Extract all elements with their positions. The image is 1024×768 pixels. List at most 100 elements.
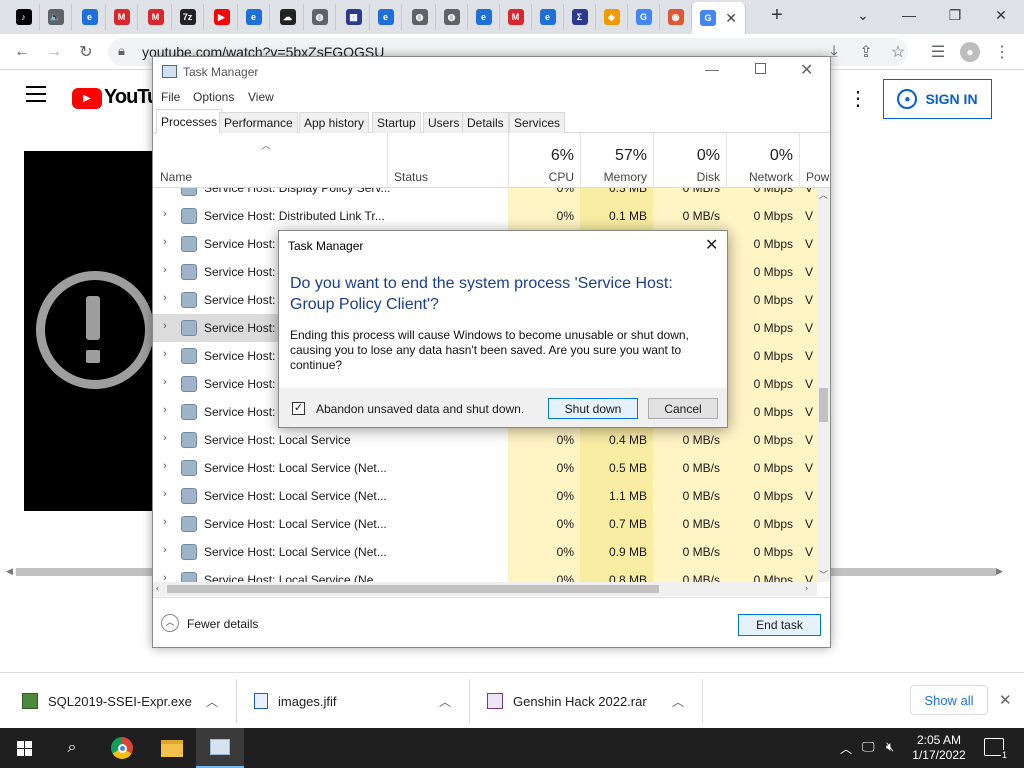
process-list-horizontal-scrollbar[interactable]: ‹ › — [153, 582, 817, 596]
browser-tab[interactable]: e — [370, 4, 402, 30]
expand-chevron-icon[interactable]: › — [163, 292, 167, 304]
browser-tab[interactable]: ◍ — [304, 4, 336, 30]
restore-icon[interactable]: ❐ — [932, 0, 978, 30]
search-icon[interactable]: ⌕ — [48, 728, 96, 768]
chevron-up-icon[interactable]: ︿ — [439, 693, 451, 710]
process-list-vertical-scrollbar[interactable]: ︿ ﹀ — [817, 188, 830, 582]
browser-tab[interactable]: ◉ — [660, 4, 692, 30]
video-player[interactable] — [24, 151, 156, 511]
expand-chevron-icon[interactable]: › — [163, 348, 167, 360]
column-disk[interactable]: 0% Disk — [653, 133, 726, 188]
vertical-scroll-thumb[interactable] — [819, 388, 828, 422]
expand-chevron-icon[interactable]: › — [163, 488, 167, 500]
menu-view[interactable]: View — [248, 90, 274, 104]
new-tab-button[interactable]: + — [754, 0, 800, 30]
youtube-logo-icon[interactable]: ▶ — [72, 88, 102, 109]
reload-icon[interactable]: ↻ — [76, 42, 96, 62]
sign-in-button[interactable]: ● SIGN IN — [883, 79, 992, 119]
hamburger-menu-icon[interactable] — [26, 86, 46, 102]
column-name[interactable]: Name — [160, 170, 192, 184]
browser-tab[interactable]: ☁ — [272, 4, 304, 30]
table-row[interactable]: › Service Host: Local Service 0% 0.4 MB 0 MB… — [153, 426, 817, 454]
browser-tab[interactable]: 🔈 — [40, 4, 72, 30]
scroll-down-icon[interactable]: ﹀ — [819, 568, 828, 581]
share-icon[interactable]: ⇪ — [856, 42, 876, 62]
close-downloads-bar-icon[interactable]: ✕ — [999, 691, 1012, 709]
browser-tab[interactable]: e — [468, 4, 500, 30]
tab-processes[interactable]: Processes — [156, 109, 223, 134]
column-memory[interactable]: 57% Memory — [580, 133, 653, 188]
download-item[interactable]: SQL2019-SSEI-Expr.exe — [22, 685, 192, 717]
browser-tab[interactable]: M — [140, 4, 172, 30]
start-button[interactable] — [0, 728, 48, 768]
profile-avatar-icon[interactable]: ● — [960, 42, 980, 62]
scroll-left-icon[interactable]: ‹ — [156, 583, 159, 593]
tab-search-icon[interactable]: ⌄ — [840, 0, 886, 30]
minimize-icon[interactable]: — — [705, 61, 719, 77]
browser-tab[interactable]: ▶ — [206, 4, 238, 30]
browser-tab[interactable]: M — [500, 4, 532, 30]
table-row[interactable]: › Service Host: Local Service (Ne... 0% 0.8… — [153, 566, 817, 582]
tab-users[interactable]: Users — [423, 112, 465, 133]
browser-tab[interactable]: ▦ — [338, 4, 370, 30]
browser-tab[interactable]: e — [74, 4, 106, 30]
settings-kebab-icon[interactable]: ⋮ — [848, 86, 868, 111]
expand-chevron-icon[interactable]: › — [163, 432, 167, 444]
scroll-right-icon[interactable]: ▶ — [996, 566, 1003, 577]
menu-options[interactable]: Options — [193, 90, 234, 104]
scroll-left-icon[interactable]: ◀ — [6, 566, 13, 577]
scroll-up-icon[interactable]: ︿ — [819, 188, 828, 201]
column-status[interactable]: Status — [387, 133, 508, 188]
expand-chevron-icon[interactable]: › — [163, 460, 167, 472]
notification-center-icon[interactable]: 1 — [984, 738, 1008, 760]
file-explorer-icon[interactable] — [148, 728, 196, 768]
expand-chevron-icon[interactable]: › — [163, 544, 167, 556]
forward-icon[interactable]: → — [44, 42, 64, 62]
browser-tab[interactable]: ♪ — [8, 4, 40, 30]
browser-tab[interactable]: 7z — [172, 4, 204, 30]
table-row[interactable]: › Service Host: Local Service (Net... 0% 0.… — [153, 510, 817, 538]
tab-details[interactable]: Details — [462, 112, 509, 133]
browser-tab[interactable]: ◍ — [404, 4, 436, 30]
end-task-button[interactable]: End task — [738, 614, 821, 636]
chevron-up-icon[interactable]: ︿ — [206, 693, 218, 710]
column-cpu[interactable]: 6% CPU — [508, 133, 580, 188]
expand-chevron-icon[interactable]: › — [163, 516, 167, 528]
column-power[interactable]: Pow — [799, 133, 830, 188]
chrome-taskbar-icon[interactable] — [98, 728, 146, 768]
scroll-right-icon[interactable]: › — [805, 583, 808, 593]
menu-kebab-icon[interactable]: ⋮ — [992, 42, 1012, 62]
expand-chevron-icon[interactable]: › — [163, 264, 167, 276]
download-item[interactable]: images.jfif — [254, 685, 337, 717]
show-all-downloads-button[interactable]: Show all — [910, 685, 988, 715]
table-row[interactable]: › Service Host: Distributed Link Tr... 0% 0… — [153, 202, 817, 230]
menu-file[interactable]: File — [161, 90, 180, 104]
media-queue-icon[interactable]: ☰ — [928, 42, 948, 62]
browser-tab[interactable]: ◍ — [436, 4, 468, 30]
browser-tab[interactable]: Σ — [564, 4, 596, 30]
expand-chevron-icon[interactable]: › — [163, 320, 167, 332]
download-item[interactable]: Genshin Hack 2022.rar — [487, 685, 647, 717]
chevron-up-icon[interactable]: ︿ — [672, 693, 684, 710]
expand-chevron-icon[interactable]: › — [163, 572, 167, 582]
minimize-icon[interactable]: — — [886, 0, 932, 30]
browser-tab[interactable]: ◆ — [596, 4, 628, 30]
expand-chevron-icon[interactable]: › — [163, 208, 167, 220]
tab-startup[interactable]: Startup — [372, 112, 421, 133]
column-network[interactable]: 0% Network — [726, 133, 799, 188]
back-icon[interactable]: ← — [12, 42, 32, 62]
expand-chevron-icon[interactable]: › — [163, 188, 167, 192]
abandon-data-label[interactable]: Abandon unsaved data and shut down. — [316, 402, 524, 416]
task-manager-titlebar[interactable]: Task Manager — ✕ — [153, 57, 830, 87]
task-manager-taskbar-icon[interactable] — [196, 728, 244, 768]
browser-tab[interactable]: e — [532, 4, 564, 30]
tab-performance[interactable]: Performance — [219, 112, 298, 133]
table-row[interactable]: › Service Host: Local Service (Net... 0% 0.… — [153, 538, 817, 566]
browser-tab[interactable]: M — [106, 4, 138, 30]
close-icon[interactable]: ✕ — [800, 60, 813, 80]
fewer-details-chevron-icon[interactable]: ︿ — [161, 614, 179, 632]
shut-down-button[interactable]: Shut down — [548, 398, 638, 419]
browser-tab[interactable]: G — [628, 4, 660, 30]
browser-tab[interactable]: e — [238, 4, 270, 30]
tab-app-history[interactable]: App history — [299, 112, 370, 133]
